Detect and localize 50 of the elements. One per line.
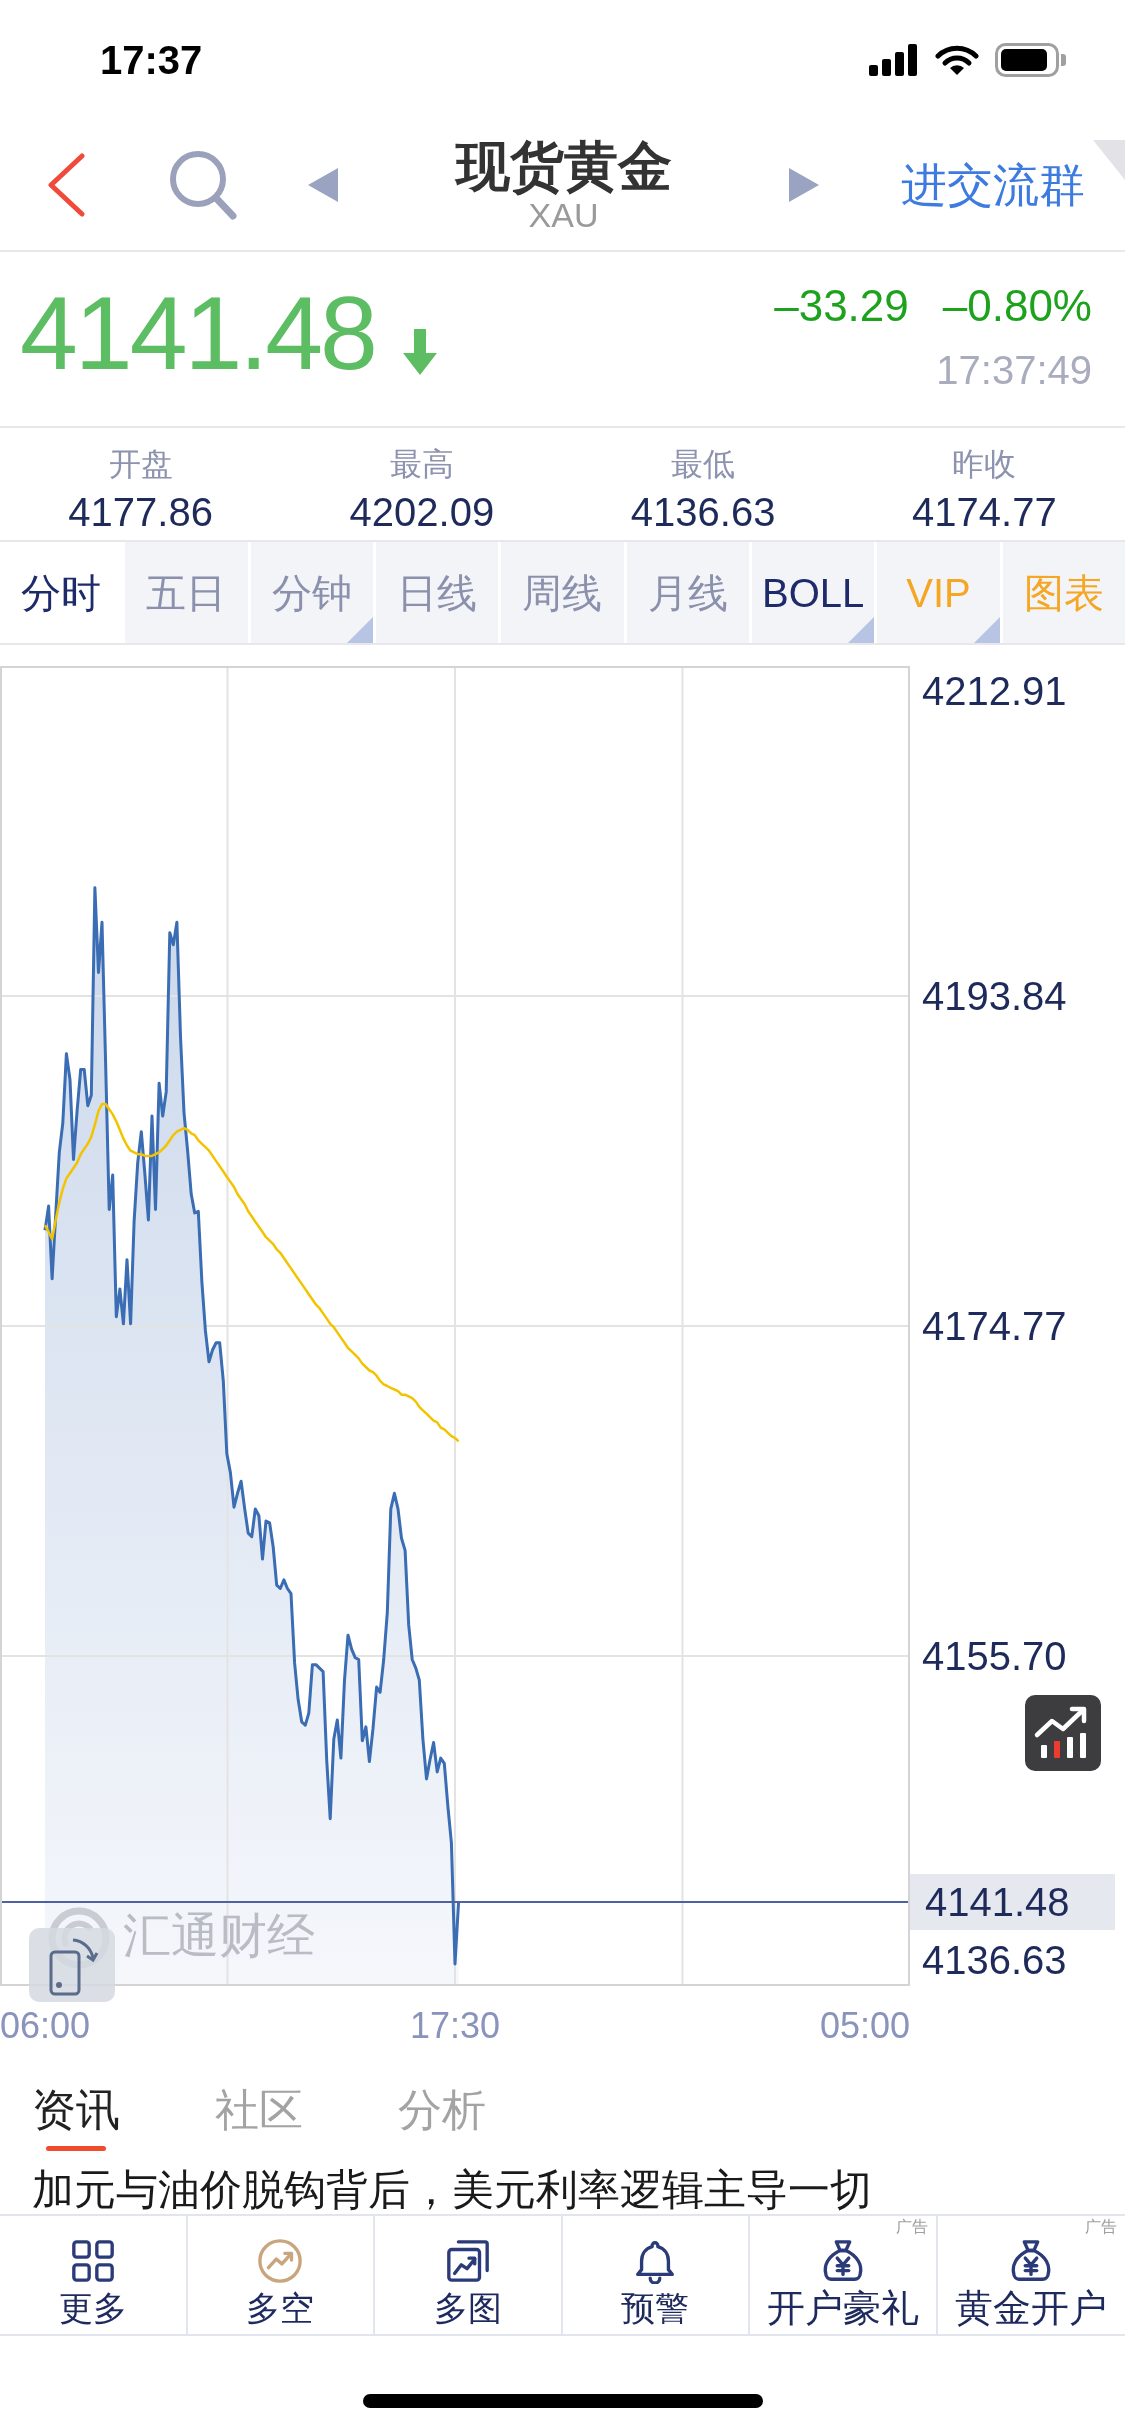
period-tab[interactable]: BOLL (751, 542, 875, 643)
news-tab[interactable]: 资讯 (32, 2083, 120, 2151)
stat-label: 最低 (671, 445, 736, 484)
status-time: 17:37 (100, 40, 203, 80)
search-icon[interactable] (168, 149, 238, 221)
current-price: 4141.48 (20, 281, 375, 385)
x-axis-label: 06:00 (0, 2005, 91, 2047)
current-price-label: 4141.48 (910, 1874, 1115, 1931)
ad-label: 广告 (895, 2218, 928, 2236)
y-axis-label: 4155.70 (922, 1634, 1067, 1678)
y-axis-label: 4212.91 (922, 669, 1067, 713)
toolbar-button[interactable]: 更多 (58, 2238, 127, 2328)
y-axis-label: 4174.77 (922, 1304, 1067, 1348)
chart-logo-text: 汇通财经 (123, 1908, 315, 1964)
price-change: –33.29 (774, 284, 909, 328)
stat-label: 开盘 (108, 445, 173, 484)
instrument-title: 现货黄金 (455, 136, 672, 196)
toolbar-button[interactable]: 开户豪礼 (766, 2238, 919, 2328)
stat-value: 4136.63 (630, 489, 776, 536)
ad-label: 广告 (1085, 2218, 1117, 2236)
back-icon[interactable] (46, 153, 86, 217)
x-axis-label: 05:00 (819, 2005, 910, 2047)
instrument-symbol: XAU (528, 196, 599, 234)
y-axis-label: 4136.63 (922, 1938, 1067, 1982)
stat-label: 昨收 (952, 445, 1017, 484)
corner-triangle-icon (1093, 140, 1125, 180)
join-group-button[interactable]: 进交流群 (901, 157, 1085, 213)
toolbar-button[interactable]: 多空 (246, 2238, 315, 2328)
y-axis-label: 4193.84 (922, 974, 1067, 1018)
stat-value: 4174.77 (912, 489, 1057, 536)
quote-time: 17:37:49 (936, 350, 1092, 390)
battery-icon (995, 43, 1067, 77)
grid-icon (69, 2238, 116, 2284)
percent-change: –0.80% (942, 284, 1092, 328)
stat-value: 4202.09 (349, 489, 495, 536)
rotate-screen-icon[interactable] (29, 1928, 115, 2002)
stat-label: 最高 (389, 445, 454, 484)
signal-icon (869, 44, 919, 76)
chart-windows-icon (444, 2238, 491, 2284)
wifi-icon (935, 44, 979, 76)
toolbar-button[interactable]: 黄金开户 (955, 2238, 1108, 2328)
next-triangle-icon[interactable] (789, 168, 819, 202)
chart-type-icon[interactable] (1025, 1695, 1101, 1771)
stat-value: 4177.86 (68, 489, 213, 536)
trend-circle-icon (257, 2238, 304, 2284)
toolbar-button[interactable]: 多图 (433, 2238, 502, 2328)
toolbar-button[interactable]: 预警 (621, 2238, 690, 2328)
news-headline[interactable]: 加元与油价脱钩背后，美元利率逻辑主导一切 (32, 2166, 872, 2213)
previous-triangle-icon[interactable] (308, 168, 338, 202)
x-axis-label: 17:30 (409, 2005, 501, 2047)
